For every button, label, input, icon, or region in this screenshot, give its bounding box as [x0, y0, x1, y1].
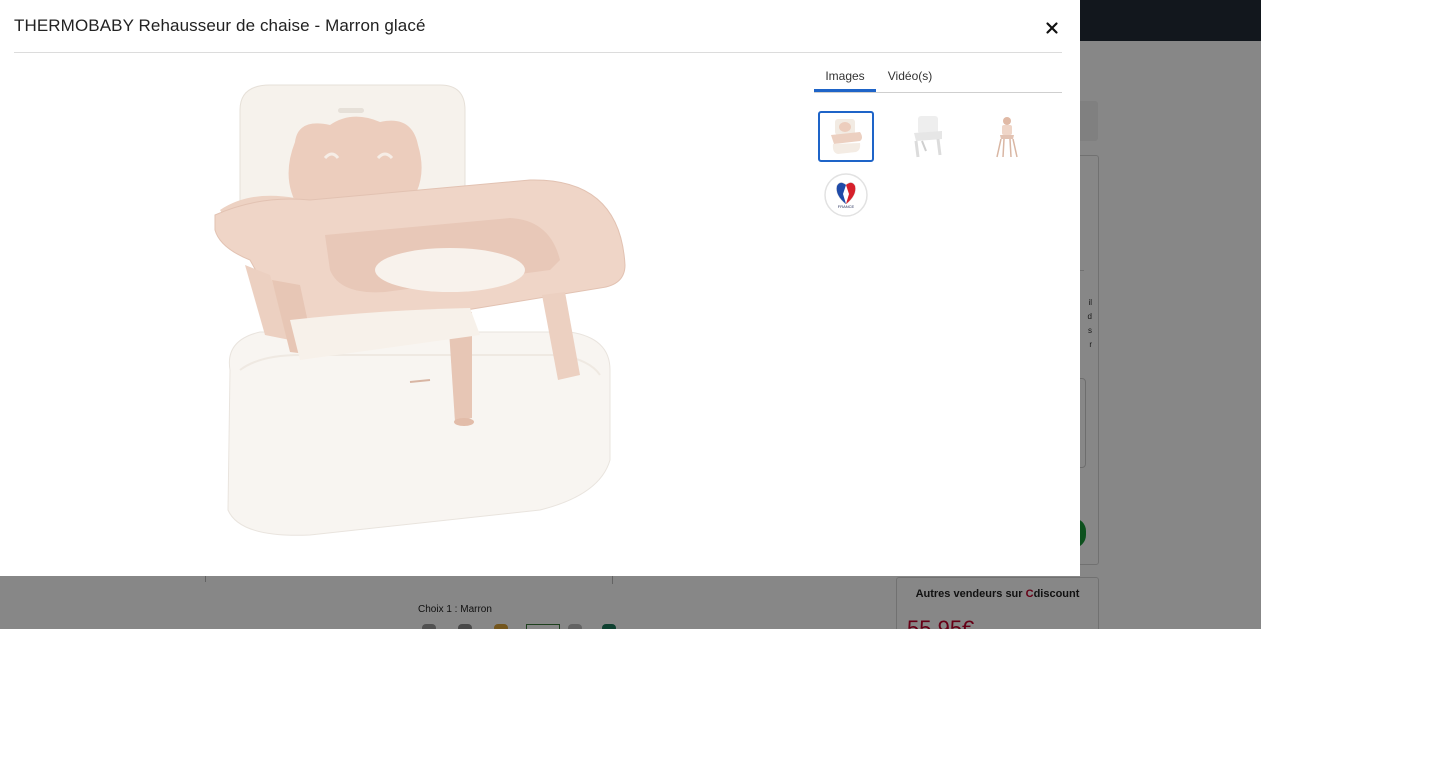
svg-text:FRANCE: FRANCE	[838, 204, 855, 209]
made-in-france-badge-icon: FRANCE	[824, 173, 868, 217]
thumbnail-1[interactable]	[818, 111, 874, 162]
booster-seat-image	[214, 84, 626, 536]
tab-images[interactable]: Images	[814, 62, 876, 92]
modal-title: THERMOBABY Rehausseur de chaise - Marron…	[14, 16, 426, 35]
close-icon	[1046, 22, 1058, 34]
booster-seat-on-chair-thumbnail	[914, 116, 942, 158]
thumbnail-3[interactable]	[980, 111, 1034, 161]
media-tabs: Images Vidéo(s)	[814, 62, 1062, 93]
image-gallery-modal: THERMOBABY Rehausseur de chaise - Marron…	[0, 0, 1080, 576]
thumbnail-2[interactable]	[900, 111, 954, 161]
booster-seat-on-high-chair-thumbnail	[996, 117, 1018, 158]
close-button[interactable]	[1040, 16, 1064, 40]
thumbnail-4[interactable]: FRANCE	[820, 170, 874, 220]
tab-videos[interactable]: Vidéo(s)	[880, 62, 940, 91]
booster-seat-thumbnail	[831, 119, 862, 154]
main-product-image[interactable]	[180, 70, 660, 560]
header-divider	[14, 52, 1062, 53]
